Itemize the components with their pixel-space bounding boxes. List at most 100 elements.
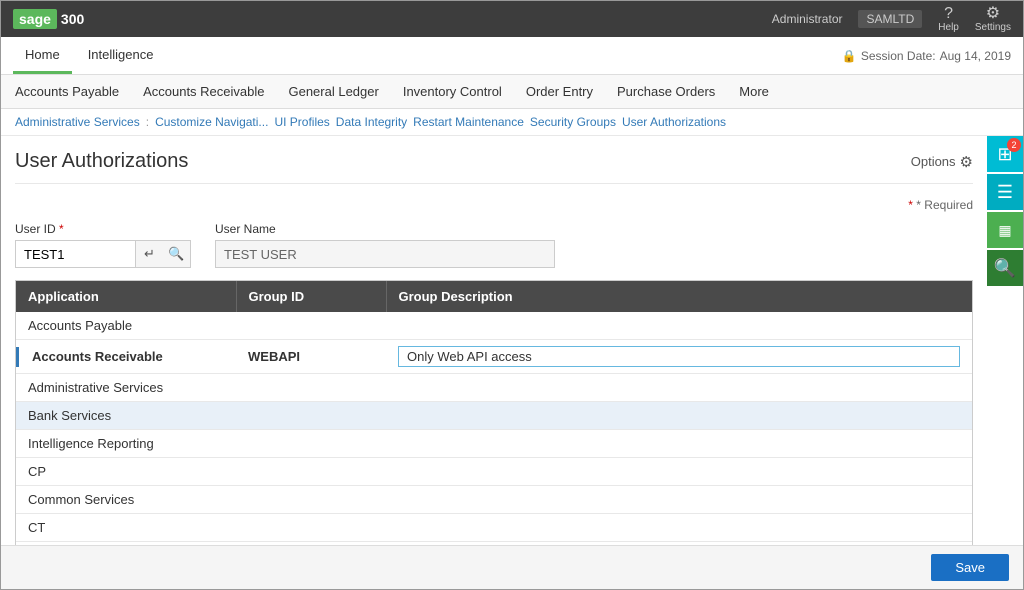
panel-btn-3[interactable]: ▦ [987, 212, 1023, 248]
group-id-cell [236, 430, 386, 458]
panel-btn-1[interactable]: ⊞ 2 [987, 136, 1023, 172]
session-date-value: Aug 14, 2019 [940, 49, 1011, 63]
table-row[interactable]: Administrative Services [16, 374, 972, 402]
group-id-cell [236, 458, 386, 486]
group-desc-cell [386, 374, 972, 402]
sage-version: 300 [61, 11, 84, 27]
session-date-label: Session Date: [861, 49, 936, 63]
menu-inventory-control[interactable]: Inventory Control [401, 80, 504, 103]
menu-bar: Accounts Payable Accounts Receivable Gen… [1, 75, 1023, 109]
breadcrumb-security-groups[interactable]: Security Groups [530, 115, 616, 129]
user-id-group: User ID * ↵ 🔍 [15, 222, 191, 268]
app-cell: Intelligence Reporting [16, 430, 236, 458]
table-row[interactable]: Common Services [16, 486, 972, 514]
app-cell: Administrative Services [16, 374, 236, 402]
group-desc-cell [386, 486, 972, 514]
table-header-row: Application Group ID Group Description [16, 281, 972, 312]
app-cell: Accounts Payable [16, 312, 236, 340]
options-button[interactable]: Options ⚙ [911, 153, 973, 171]
panel-badge-1: 2 [1007, 138, 1021, 152]
app-cell: Bank Services [16, 402, 236, 430]
menu-purchase-orders[interactable]: Purchase Orders [615, 80, 717, 103]
options-label: Options [911, 154, 956, 169]
top-bar: sage 300 Administrator SAMLTD ? Help ⚙ S… [1, 1, 1023, 37]
user-id-input-group: ↵ 🔍 [15, 240, 191, 268]
settings-label: Settings [975, 22, 1011, 33]
group-desc-cell [386, 458, 972, 486]
group-id-cell [236, 402, 386, 430]
tab-home[interactable]: Home [13, 37, 72, 74]
user-id-enter-button[interactable]: ↵ [135, 240, 163, 268]
group-id-cell [236, 514, 386, 542]
help-icon: ? [944, 6, 953, 22]
table-row[interactable]: CT [16, 514, 972, 542]
applications-table: Application Group ID Group Description A… [16, 281, 972, 550]
form-row: User ID * ↵ 🔍 User Name [15, 222, 973, 268]
app-cell: Common Services [16, 486, 236, 514]
page-title: User Authorizations [15, 150, 188, 173]
options-gear-icon: ⚙ [960, 153, 973, 171]
tab-intelligence[interactable]: Intelligence [76, 37, 166, 74]
table-row[interactable]: CP [16, 458, 972, 486]
session-date: 🔒 Session Date: Aug 14, 2019 [842, 49, 1011, 63]
breadcrumb-restart-maintenance[interactable]: Restart Maintenance [413, 115, 524, 129]
nav-tabs: Home Intelligence [13, 37, 165, 74]
applications-table-wrapper[interactable]: Application Group ID Group Description A… [15, 280, 973, 550]
group-desc-cell: Only Web API access [386, 340, 972, 374]
menu-order-entry[interactable]: Order Entry [524, 80, 595, 103]
panel-btn-4[interactable]: 🔍 [987, 250, 1023, 286]
active-row-indicator [16, 347, 19, 367]
breadcrumb-user-auth[interactable]: User Authorizations [622, 115, 726, 129]
breadcrumb-sep-1: : [146, 115, 149, 129]
right-panel: ⊞ 2 ☰ ▦ 🔍 [987, 136, 1023, 286]
breadcrumb-data-integrity[interactable]: Data Integrity [336, 115, 407, 129]
group-id-cell: WEBAPI [236, 340, 386, 374]
breadcrumb-admin-services[interactable]: Administrative Services [15, 115, 140, 129]
panel-icon-2: ☰ [997, 182, 1013, 203]
nav-tabs-bar: Home Intelligence 🔒 Session Date: Aug 14… [1, 37, 1023, 75]
user-name-label: User Name [215, 222, 555, 236]
logo-area: sage 300 [13, 9, 84, 29]
table-row[interactable]: Accounts Payable [16, 312, 972, 340]
page-header: User Authorizations Options ⚙ [15, 150, 973, 184]
app-cell: Accounts Receivable [16, 340, 236, 374]
sage-logo: sage [13, 9, 57, 29]
group-id-cell [236, 486, 386, 514]
help-label: Help [938, 22, 959, 33]
group-desc-cell [386, 514, 972, 542]
group-desc-cell [386, 402, 972, 430]
col-group-id: Group ID [236, 281, 386, 312]
search-icon: 🔍 [994, 258, 1016, 279]
menu-more[interactable]: More [737, 80, 771, 103]
group-desc-cell [386, 430, 972, 458]
user-name-input[interactable] [215, 240, 555, 268]
menu-accounts-payable[interactable]: Accounts Payable [13, 80, 121, 103]
app-cell: CP [16, 458, 236, 486]
breadcrumb-ui-profiles[interactable]: UI Profiles [274, 115, 329, 129]
panel-icon-3: ▦ [998, 222, 1011, 239]
settings-button[interactable]: ⚙ Settings [975, 6, 1011, 33]
group-id-cell [236, 312, 386, 340]
col-group-desc: Group Description [386, 281, 972, 312]
menu-accounts-receivable[interactable]: Accounts Receivable [141, 80, 266, 103]
breadcrumb: Administrative Services : Customize Navi… [1, 109, 1023, 136]
group-id-cell [236, 374, 386, 402]
table-row[interactable]: Accounts ReceivableWEBAPIOnly Web API ac… [16, 340, 972, 374]
table-row[interactable]: Intelligence Reporting [16, 430, 972, 458]
app-cell: CT [16, 514, 236, 542]
settings-icon: ⚙ [986, 6, 1000, 22]
col-application: Application [16, 281, 236, 312]
group-desc-cell [386, 312, 972, 340]
company-badge: SAMLTD [858, 10, 922, 28]
administrator-button[interactable]: Administrator [772, 12, 843, 26]
footer: Save [1, 545, 1023, 589]
breadcrumb-customize-nav[interactable]: Customize Navigati... [155, 115, 268, 129]
help-button[interactable]: ? Help [938, 6, 959, 33]
save-button[interactable]: Save [931, 554, 1009, 581]
table-row[interactable]: Bank Services [16, 402, 972, 430]
menu-general-ledger[interactable]: General Ledger [286, 80, 380, 103]
user-id-input[interactable] [15, 240, 135, 268]
user-id-search-button[interactable]: 🔍 [163, 240, 191, 268]
panel-btn-2[interactable]: ☰ [987, 174, 1023, 210]
top-bar-right: Administrator SAMLTD ? Help ⚙ Settings [772, 6, 1011, 33]
